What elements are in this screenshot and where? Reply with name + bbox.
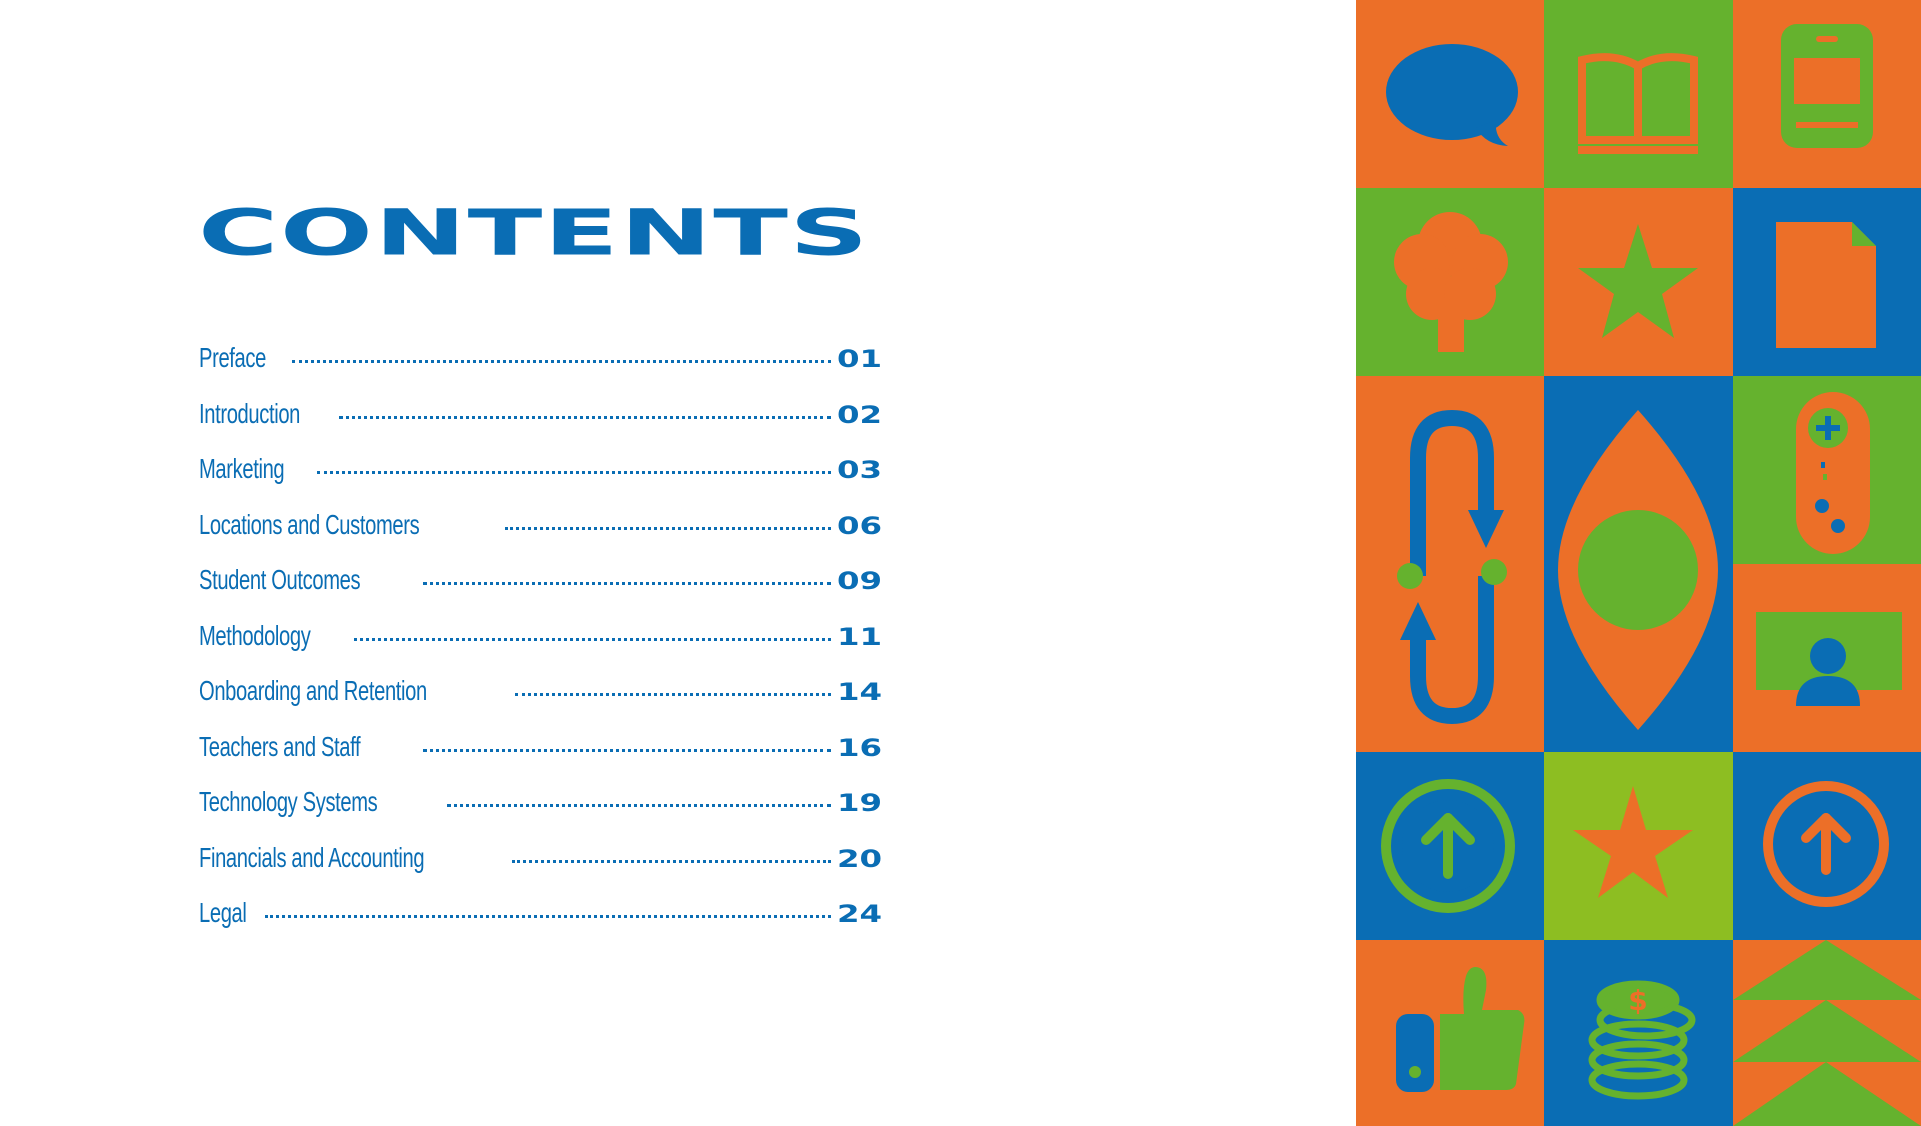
- toc-leader: [292, 360, 831, 363]
- toc-label: Methodology: [199, 619, 311, 651]
- toc-label: Introduction: [199, 397, 301, 429]
- toc-label: Student Outcomes: [199, 564, 361, 595]
- toc-page-number: 02: [837, 400, 883, 429]
- toc-leader: [339, 415, 831, 419]
- toc-row[interactable]: Technology Systems 19: [199, 786, 899, 842]
- toc-page-number: 14: [837, 678, 883, 706]
- toc-row[interactable]: Teachers and Staff 16: [199, 731, 899, 787]
- toc-page-number: 19: [837, 789, 883, 817]
- toc-row[interactable]: Financials and Accounting 20: [199, 842, 899, 898]
- toc-leader: [317, 471, 831, 474]
- svg-text:$: $: [1628, 984, 1647, 1017]
- toc-leader: [505, 526, 831, 530]
- toc-page-number: 20: [837, 844, 883, 873]
- toc-row[interactable]: Introduction 02: [199, 398, 899, 454]
- toc-row[interactable]: Student Outcomes 09: [199, 564, 899, 620]
- toc-row[interactable]: Locations and Customers 06: [199, 509, 899, 565]
- toc-page-number: 03: [837, 456, 883, 484]
- icon-mosaic: $: [1356, 0, 1921, 1126]
- toc-row[interactable]: Methodology 11: [199, 620, 899, 676]
- toc-row[interactable]: Preface 01: [199, 342, 899, 398]
- toc-leader: [446, 804, 831, 807]
- toc-leader: [422, 582, 831, 585]
- toc-page-number: 09: [837, 567, 883, 595]
- toc-label: Marketing: [199, 453, 285, 484]
- gamepad-icon: [1796, 392, 1870, 554]
- toc-leader: [265, 915, 831, 918]
- smartphone-icon: [1781, 24, 1873, 148]
- toc-row[interactable]: Legal 24: [199, 897, 899, 953]
- toc-leader: [353, 637, 831, 641]
- toc-label: Financials and Accounting: [199, 841, 425, 873]
- toc-label: Preface: [199, 342, 266, 373]
- toc-page-number: 11: [837, 622, 883, 651]
- toc-row[interactable]: Onboarding and Retention 14: [199, 675, 899, 731]
- toc-label: Teachers and Staff: [199, 730, 361, 762]
- toc-label: Technology Systems: [199, 786, 378, 817]
- toc-label: Locations and Customers: [199, 508, 420, 540]
- toc-page-number: 06: [837, 511, 883, 540]
- document-icon: [1776, 222, 1876, 348]
- toc-page-number: 16: [837, 733, 883, 762]
- toc-leader: [515, 693, 831, 696]
- toc-leader: [422, 748, 831, 752]
- page-title: CONTENTS: [198, 196, 870, 270]
- toc-label: Legal: [199, 897, 247, 928]
- toc-leader: [511, 859, 831, 863]
- toc-page-number: 24: [837, 900, 883, 928]
- table-of-contents: Preface 01 Introduction 02 Marketing 03 Loc…: [199, 342, 899, 953]
- toc-page-number: 01: [837, 345, 883, 373]
- toc-label: Onboarding and Retention: [199, 675, 427, 706]
- up-arrow-circle-icon: [1381, 779, 1515, 913]
- toc-row[interactable]: Marketing 03: [199, 453, 899, 509]
